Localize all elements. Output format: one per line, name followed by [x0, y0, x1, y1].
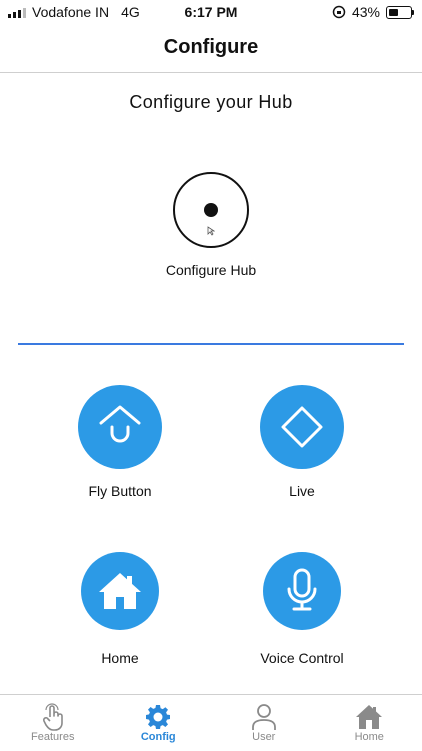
status-bar: Vodafone IN 4G 6:17 PM 43%	[0, 0, 422, 24]
tab-bar: Features Config User Home	[0, 694, 422, 751]
house-icon	[97, 570, 143, 612]
nav-bar: Configure	[0, 30, 422, 73]
tile-label: Live	[232, 483, 372, 499]
tab-features[interactable]: Features	[0, 695, 106, 751]
section-divider	[18, 343, 404, 345]
live-circle[interactable]	[260, 385, 344, 469]
touch-icon	[41, 703, 65, 731]
tile-label: Fly Button	[50, 483, 190, 499]
tab-label: Config	[106, 731, 212, 743]
tab-label: User	[211, 731, 317, 743]
user-icon	[251, 703, 277, 731]
tile-voice-control[interactable]: Voice Control	[232, 552, 372, 666]
tab-config[interactable]: Config	[106, 695, 212, 751]
fly-button-icon	[96, 403, 144, 451]
hub-dot-icon	[204, 203, 218, 217]
battery-icon	[386, 6, 412, 19]
status-right: 43%	[332, 4, 412, 20]
battery-percent: 43%	[352, 4, 380, 20]
home-circle[interactable]	[81, 552, 159, 630]
voice-circle[interactable]	[263, 552, 341, 630]
diamond-icon	[278, 403, 326, 451]
tile-live[interactable]: Live	[232, 385, 372, 499]
cursor-icon	[207, 226, 215, 236]
configure-subtitle: Configure your Hub	[0, 92, 422, 113]
configure-hub-button[interactable]	[173, 172, 249, 248]
house-icon	[355, 704, 383, 730]
tile-fly-button[interactable]: Fly Button	[50, 385, 190, 499]
orientation-lock-icon	[332, 5, 346, 19]
tile-home[interactable]: Home	[50, 552, 190, 666]
tab-label: Home	[317, 731, 422, 743]
tile-label: Home	[50, 650, 190, 666]
page-title: Configure	[0, 30, 422, 64]
configure-hub-label: Configure Hub	[0, 262, 422, 278]
microphone-icon	[282, 567, 322, 615]
fly-button-circle[interactable]	[78, 385, 162, 469]
tab-label: Features	[0, 731, 106, 743]
gear-icon	[145, 704, 171, 730]
tile-label: Voice Control	[232, 650, 372, 666]
tab-user[interactable]: User	[211, 695, 317, 751]
tab-home[interactable]: Home	[317, 695, 422, 751]
